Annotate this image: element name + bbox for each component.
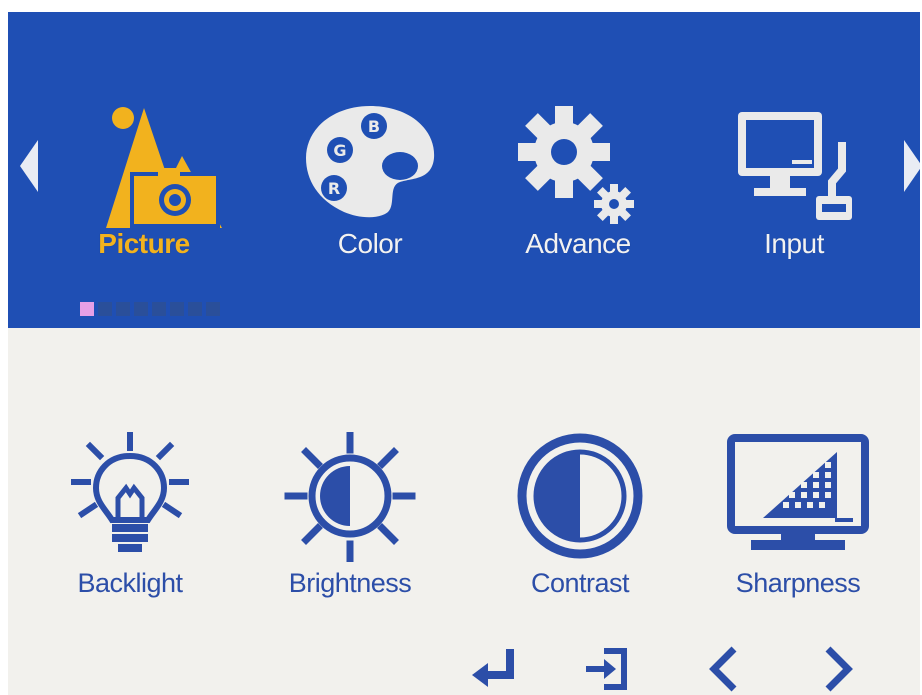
enter-icon	[472, 649, 514, 687]
page-dot	[152, 302, 166, 316]
item-backlight[interactable]: Backlight	[30, 432, 230, 622]
input-monitor-icon	[738, 112, 852, 220]
item-contrast[interactable]: Contrast	[480, 432, 680, 622]
page-indicator	[80, 302, 220, 316]
tab-input[interactable]: Input	[694, 100, 894, 275]
exit-button[interactable]	[582, 645, 632, 693]
page-dot	[98, 302, 112, 316]
contrast-icon	[517, 433, 643, 559]
menu-previous-arrow-icon[interactable]	[20, 140, 38, 192]
item-label-sharpness: Sharpness	[735, 568, 861, 598]
previous-button[interactable]	[700, 645, 750, 693]
gear-icon	[518, 106, 634, 224]
palette-letter-g: G	[333, 141, 346, 160]
item-label-brightness: Brightness	[288, 568, 412, 598]
tab-advance[interactable]: Advance	[478, 100, 678, 275]
item-brightness[interactable]: Brightness	[250, 432, 450, 622]
sun-icon	[284, 432, 416, 562]
osd-screen: Picture B G R Color Advance Input Backli…	[8, 12, 920, 695]
page-dot	[134, 302, 148, 316]
menu-next-arrow-icon[interactable]	[904, 140, 920, 192]
exit-icon	[586, 648, 627, 690]
tab-label-color: Color	[337, 228, 403, 259]
tab-picture[interactable]: Picture	[44, 100, 244, 275]
tab-label-input: Input	[764, 228, 824, 259]
picture-icon	[106, 107, 222, 228]
page-dot	[206, 302, 220, 316]
item-label-backlight: Backlight	[77, 568, 183, 598]
tab-color[interactable]: B G R Color	[270, 100, 470, 275]
chevron-left-icon	[709, 646, 737, 692]
page-dot-current	[80, 302, 94, 316]
page-dot	[170, 302, 184, 316]
menu-header: Picture B G R Color Advance Input	[8, 12, 920, 328]
tab-label-advance: Advance	[525, 228, 631, 259]
next-button[interactable]	[814, 645, 864, 693]
tab-label-picture: Picture	[98, 228, 190, 259]
page-dot	[188, 302, 202, 316]
palette-icon: B G R	[306, 106, 435, 218]
palette-letter-r: R	[328, 179, 340, 198]
enter-button[interactable]	[470, 645, 520, 693]
lightbulb-icon	[71, 432, 189, 552]
sharpness-monitor-icon	[727, 434, 869, 550]
chevron-right-icon	[825, 646, 853, 692]
control-bar	[8, 645, 920, 695]
item-label-contrast: Contrast	[530, 568, 630, 598]
item-sharpness[interactable]: Sharpness	[698, 432, 898, 622]
palette-letter-b: B	[368, 117, 380, 136]
page-dot	[116, 302, 130, 316]
